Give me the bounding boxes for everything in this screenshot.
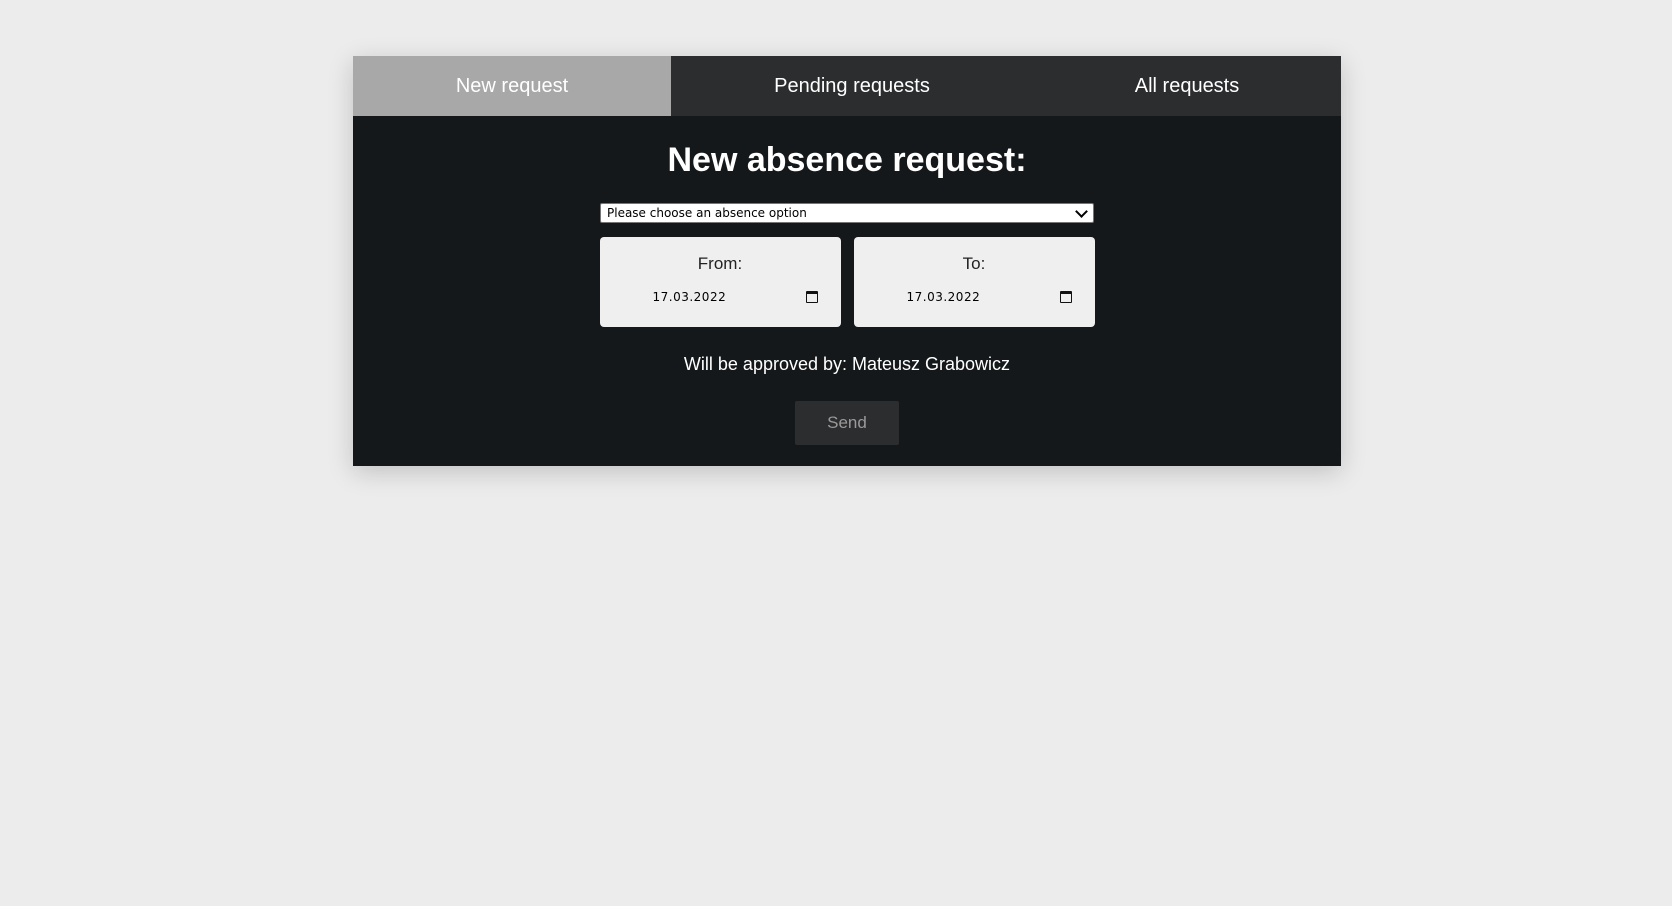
tab-pending-requests[interactable]: Pending requests: [671, 56, 1033, 116]
tab-all-requests[interactable]: All requests: [1033, 56, 1341, 116]
send-button[interactable]: Send: [795, 401, 899, 445]
from-date-box: From: 17.03.2022: [599, 237, 841, 327]
chevron-down-icon: [1075, 204, 1088, 218]
date-range: From: 17.03.2022 To: 17.03.2022: [599, 237, 1095, 327]
from-label: From:: [697, 254, 743, 273]
to-date-box: To: 17.03.2022: [853, 237, 1095, 327]
tab-bar: New request Pending requests All request…: [353, 56, 1341, 116]
calendar-icon[interactable]: [805, 291, 818, 303]
to-label: To:: [962, 254, 986, 273]
new-request-panel: New absence request: Please choose an ab…: [353, 116, 1341, 466]
from-date-value: 17.03.2022: [652, 290, 727, 304]
absence-request-card: New request Pending requests All request…: [353, 56, 1341, 466]
absence-type-select[interactable]: Please choose an absence option: [600, 203, 1094, 223]
calendar-icon[interactable]: [1059, 291, 1072, 303]
to-date-input[interactable]: 17.03.2022: [907, 290, 1072, 304]
page-title: New absence request:: [667, 141, 1027, 179]
approver-text: Will be approved by: Mateusz Grabowicz: [683, 354, 1011, 374]
absence-type-select-value: Please choose an absence option: [607, 206, 807, 220]
tab-new-request[interactable]: New request: [353, 56, 671, 116]
to-date-value: 17.03.2022: [906, 290, 981, 304]
from-date-input[interactable]: 17.03.2022: [653, 290, 818, 304]
